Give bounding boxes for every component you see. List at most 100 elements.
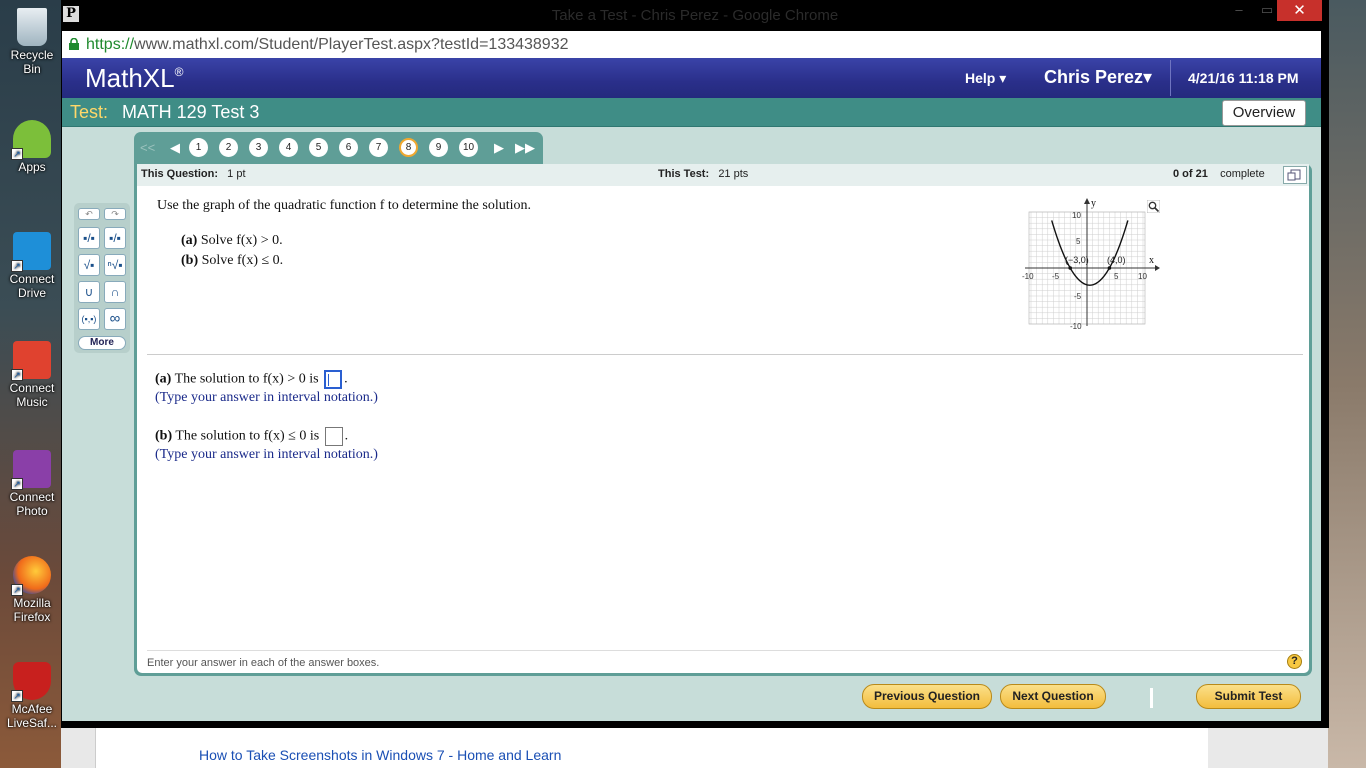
answer-b-input[interactable] — [324, 427, 343, 446]
shortcut-arrow-icon: ↗ — [11, 260, 23, 272]
square-root-button[interactable]: √▪ — [78, 254, 100, 276]
answer-part-b: (b) The solution to f(x) ≤ 0 is . — [155, 427, 348, 446]
overview-button[interactable]: Overview — [1222, 100, 1306, 126]
submit-test-button[interactable]: Submit Test — [1196, 684, 1301, 709]
firefox-icon: ↗ — [11, 556, 51, 596]
window-titlebar: P Take a Test - Chris Perez - Google Chr… — [61, 0, 1329, 31]
text-cursor — [1150, 688, 1153, 708]
tick-x-neg10: -10 — [1022, 272, 1034, 281]
nth-root-button[interactable]: ⁿ√▪ — [104, 254, 126, 276]
answer-b-label: (b) — [155, 428, 173, 444]
previous-question-arrow[interactable]: ◀ — [170, 140, 180, 156]
question-number-2[interactable]: 2 — [219, 138, 238, 157]
more-tools-button[interactable]: More — [78, 336, 126, 350]
android-apps-icon: ↗ — [11, 120, 51, 160]
desktop-icon-label: Apps — [18, 160, 46, 174]
popout-icon[interactable] — [1283, 166, 1307, 184]
desktop-icon-firefox[interactable]: ↗ Mozilla Firefox — [4, 556, 60, 624]
help-question-icon[interactable]: ? — [1287, 654, 1302, 669]
desktop-icon-label: Mozilla Firefox — [13, 596, 51, 624]
desktop-icon-mcafee[interactable]: ↗ McAfee LiveSaf... — [4, 662, 60, 730]
interval-button[interactable]: (▪,▪) — [78, 308, 100, 330]
header-datetime: 4/21/16 11:18 PM — [1188, 70, 1299, 86]
test-label: Test: — [70, 102, 109, 122]
desktop-icon-apps[interactable]: ↗ Apps — [4, 120, 60, 174]
question-number-8-current[interactable]: 8 — [399, 138, 418, 157]
fraction-button[interactable]: ▪/▪ — [78, 227, 100, 249]
answer-a-period: . — [344, 371, 348, 387]
last-question-arrow[interactable]: ▶▶ — [515, 140, 535, 156]
background-browser-page: How to Take Screenshots in Windows 7 - H… — [95, 728, 1208, 768]
tick-y-10: 10 — [1072, 211, 1081, 220]
address-bar[interactable]: https://www.mathxl.com/Student/PlayerTes… — [62, 31, 1321, 58]
tool-row-root: √▪ ⁿ√▪ — [78, 254, 126, 276]
progress-info: 0 of 21 complete — [1173, 168, 1265, 180]
answer-instruction: Enter your answer in each of the answer … — [147, 650, 1303, 669]
math-tool-palette: ↶ ↷ ▪/▪ ▪/▪ √▪ ⁿ√▪ ∪ ∩ (▪,▪) ∞ More — [74, 203, 130, 353]
question-prompt: Use the graph of the quadratic function … — [157, 198, 532, 213]
help-menu[interactable]: Help ▾ — [965, 70, 1006, 87]
answer-a-text: The solution to f(x) > 0 is — [174, 371, 319, 387]
answer-a-input[interactable] — [324, 370, 343, 389]
answer-b-text: The solution to f(x) ≤ 0 is — [175, 428, 320, 444]
close-button[interactable]: ✕ — [1277, 0, 1322, 21]
question-number-7[interactable]: 7 — [369, 138, 388, 157]
quadratic-graph: y x 10 5 -5 -10 -10 -5 5 10 (−3,0) (4,0) — [1022, 198, 1160, 331]
this-question-points: 1 pt — [227, 168, 246, 180]
question-number-4[interactable]: 4 — [279, 138, 298, 157]
tick-y-neg10: -10 — [1070, 322, 1082, 331]
magnify-graph-icon[interactable] — [1147, 200, 1160, 213]
next-question-button[interactable]: Next Question — [1000, 684, 1106, 709]
first-question-arrow[interactable]: << — [140, 140, 155, 155]
desktop-icon-connect-photo[interactable]: ↗ Connect Photo — [4, 450, 60, 518]
shortcut-arrow-icon: ↗ — [11, 584, 23, 596]
x-axis-label: x — [1149, 255, 1154, 266]
x-axis-arrow — [1155, 265, 1160, 271]
part-a-label: (a) — [181, 233, 198, 248]
window-title: Take a Test - Chris Perez - Google Chrom… — [551, 7, 839, 24]
user-menu[interactable]: Chris Perez▾ — [1044, 67, 1152, 88]
tick-x-10: 10 — [1138, 272, 1147, 281]
desktop-icon-recycle-bin[interactable]: Recycle Bin — [4, 8, 60, 76]
test-bar: Test: MATH 129 Test 3 Overview — [62, 98, 1321, 127]
answer-b-hint: (Type your answer in interval notation.) — [155, 447, 378, 462]
this-test-label: This Test: — [658, 168, 710, 180]
desktop-icon-label: Connect Photo — [9, 490, 55, 518]
question-number-6[interactable]: 6 — [339, 138, 358, 157]
previous-question-button[interactable]: Previous Question — [862, 684, 992, 709]
redo-button[interactable]: ↷ — [104, 208, 126, 220]
tool-row-set: ∪ ∩ — [78, 281, 126, 303]
logo-registered-mark: ® — [174, 65, 184, 79]
infinity-button[interactable]: ∞ — [104, 308, 126, 330]
point-label-left: (−3,0) — [1065, 255, 1089, 265]
next-question-arrow[interactable]: ▶ — [494, 140, 504, 156]
part-b-text: Solve f(x) ≤ 0. — [201, 253, 284, 268]
desktop-icon-label: McAfee LiveSaf... — [6, 702, 58, 730]
question-number-9[interactable]: 9 — [429, 138, 448, 157]
y-axis-arrow — [1084, 198, 1090, 204]
cloud-drive-icon: ↗ — [11, 232, 51, 272]
shortcut-arrow-icon: ↗ — [11, 690, 23, 702]
url-text[interactable]: https://www.mathxl.com/Student/PlayerTes… — [86, 36, 569, 54]
question-part-a: (a) Solve f(x) > 0. — [181, 233, 283, 249]
mixed-number-button[interactable]: ▪/▪ — [104, 227, 126, 249]
union-button[interactable]: ∪ — [78, 281, 100, 303]
test-page: << ◀ 1 2 3 4 5 6 7 8 9 10 ▶ ▶▶ ↶ ↷ ▪/▪ ▪… — [62, 127, 1321, 721]
intersection-button[interactable]: ∩ — [104, 281, 126, 303]
background-window-strip — [1326, 0, 1366, 768]
desktop-icon-label: Recycle Bin — [10, 48, 54, 76]
header-divider — [1170, 60, 1171, 96]
this-question-label: This Question: — [141, 168, 218, 180]
minimize-button[interactable]: – — [1225, 0, 1253, 20]
undo-button[interactable]: ↶ — [78, 208, 100, 220]
background-link[interactable]: How to Take Screenshots in Windows 7 - H… — [199, 747, 561, 763]
question-number-5[interactable]: 5 — [309, 138, 328, 157]
question-divider — [147, 354, 1303, 355]
desktop-icon-label: Connect Drive — [9, 272, 55, 300]
desktop-icon-connect-music[interactable]: ↗ Connect Music — [4, 341, 60, 409]
desktop-icon-connect-drive[interactable]: ↗ Connect Drive — [4, 232, 60, 300]
question-number-10[interactable]: 10 — [459, 138, 478, 157]
question-number-1[interactable]: 1 — [189, 138, 208, 157]
question-number-3[interactable]: 3 — [249, 138, 268, 157]
progress-word: complete — [1220, 168, 1265, 180]
